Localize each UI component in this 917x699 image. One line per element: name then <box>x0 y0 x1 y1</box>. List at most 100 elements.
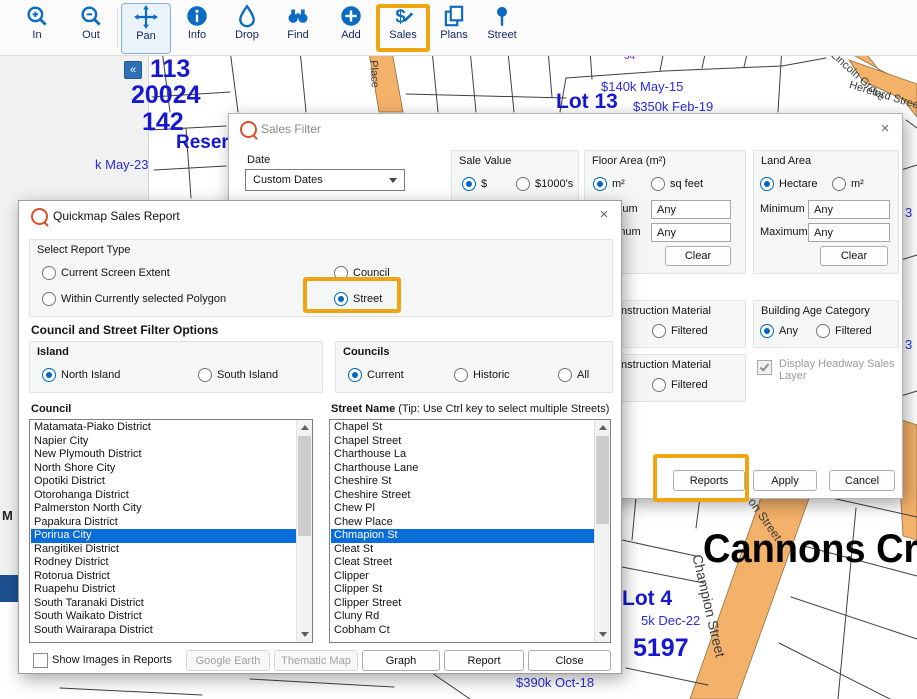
collapse-panel-button[interactable]: « <box>124 61 142 79</box>
list-item[interactable]: South Wairarapa District <box>31 624 296 638</box>
legend-color-block <box>0 575 18 602</box>
floor-area-sqfeet-radio[interactable]: sq feet <box>651 177 703 191</box>
north-island-radio[interactable]: North Island <box>42 368 120 382</box>
close-icon[interactable]: × <box>876 120 894 138</box>
street-listbox[interactable]: Chapel StChapel StreetCharthouse LaChart… <box>329 419 611 643</box>
list-item[interactable]: Matamata-Piako District <box>31 421 296 435</box>
list-item[interactable]: Ruapehu District <box>31 583 296 597</box>
apply-button[interactable]: Apply <box>753 470 817 491</box>
list-item[interactable]: Clipper St <box>331 583 594 597</box>
list-item[interactable]: Cluny Rd <box>331 610 594 624</box>
list-item[interactable]: South Taranaki District <box>31 597 296 611</box>
report-button[interactable]: Report <box>444 650 524 671</box>
councils-current-radio[interactable]: Current <box>348 368 404 382</box>
land-area-clear-button[interactable]: Clear <box>820 246 888 266</box>
show-images-checkbox[interactable] <box>33 653 48 668</box>
land-area-minimum-field[interactable]: Any <box>808 200 890 219</box>
list-item[interactable]: Papakura District <box>31 516 296 530</box>
land-area-hectare-radio[interactable]: Hectare <box>760 177 818 191</box>
tool-label: Sales <box>389 29 417 41</box>
list-item[interactable]: Cleat St <box>331 543 594 557</box>
google-earth-button[interactable]: Google Earth <box>186 650 270 671</box>
sale-value-dollar-radio[interactable]: $ <box>462 177 487 191</box>
list-item[interactable]: Rangitikei District <box>31 543 296 557</box>
list-item[interactable]: Rotorua District <box>31 570 296 584</box>
maximum-label: Maximum <box>760 226 808 238</box>
land-area-m2-radio[interactable]: m² <box>832 177 864 191</box>
quickmap-logo-icon <box>31 208 48 225</box>
council-listbox[interactable]: Matamata-Piako DistrictNapier CityNew Pl… <box>29 419 313 643</box>
tool-label: Street <box>487 29 516 41</box>
construction-material-filtered-radio[interactable]: Filtered <box>652 378 708 392</box>
land-area-maximum-field[interactable]: Any <box>808 223 890 242</box>
info-icon <box>184 3 210 29</box>
floor-area-minimum-field[interactable]: Any <box>651 200 731 219</box>
floor-area-m2-radio[interactable]: m² <box>593 177 625 191</box>
thematic-map-button[interactable]: Thematic Map <box>274 650 358 671</box>
building-age-filtered-radio[interactable]: Filtered <box>816 324 872 338</box>
list-item[interactable]: Chmapion St <box>331 529 594 543</box>
tool-street[interactable]: Street <box>478 3 526 52</box>
close-icon[interactable]: × <box>595 206 613 224</box>
council-scrollbar[interactable] <box>296 420 312 642</box>
report-type-council-radio[interactable]: Council <box>334 266 390 280</box>
scroll-down-icon[interactable] <box>297 627 312 642</box>
floor-area-maximum-field[interactable]: Any <box>651 223 731 242</box>
floor-area-clear-button[interactable]: Clear <box>665 246 731 266</box>
list-item[interactable]: Rodney District <box>31 556 296 570</box>
scroll-up-icon[interactable] <box>595 420 610 435</box>
street-list-rows: Chapel StChapel StreetCharthouse LaChart… <box>331 421 594 641</box>
list-item[interactable]: Otorohanga District <box>31 489 296 503</box>
list-item[interactable]: Clipper <box>331 570 594 584</box>
list-item[interactable]: Chapel St <box>331 421 594 435</box>
list-item[interactable]: Porirua City <box>31 529 296 543</box>
list-item[interactable]: Cleat Street <box>331 556 594 570</box>
sale-value-thousands-radio[interactable]: $1000's <box>516 177 573 191</box>
sales-filter-titlebar: Sales Filter × <box>229 114 902 142</box>
list-item[interactable]: Cheshire Street <box>331 489 594 503</box>
graph-button[interactable]: Graph <box>362 650 440 671</box>
cancel-button[interactable]: Cancel <box>829 470 895 491</box>
list-item[interactable]: Chew Place <box>331 516 594 530</box>
south-island-radio[interactable]: South Island <box>198 368 278 382</box>
headway-layer-checkbox[interactable] <box>757 360 772 375</box>
list-item[interactable]: Chapel Street <box>331 435 594 449</box>
reports-button[interactable]: Reports <box>673 470 745 491</box>
list-item[interactable]: Chew Pl <box>331 502 594 516</box>
tool-find[interactable]: Find <box>274 3 322 52</box>
list-item[interactable]: Cheshire St <box>331 475 594 489</box>
list-item[interactable]: Charthouse La <box>331 448 594 462</box>
tool-pan[interactable]: Pan <box>121 3 171 54</box>
list-item[interactable]: Cobham Ct <box>331 624 594 638</box>
report-type-polygon-radio[interactable]: Within Currently selected Polygon <box>42 292 226 306</box>
councils-all-radio[interactable]: All <box>558 368 589 382</box>
tool-plans[interactable]: Plans <box>430 3 478 52</box>
list-item[interactable]: Clipper Street <box>331 597 594 611</box>
councils-historic-radio[interactable]: Historic <box>454 368 510 382</box>
building-age-any-radio[interactable]: Any <box>760 324 798 338</box>
tool-zoom-in[interactable]: In <box>13 3 61 52</box>
list-item[interactable]: South Waikato District <box>31 610 296 624</box>
report-type-title: Select Report Type <box>37 244 130 256</box>
list-item[interactable]: North Shore City <box>31 462 296 476</box>
date-range-select[interactable]: Custom Dates <box>245 169 405 191</box>
scroll-down-icon[interactable] <box>595 627 610 642</box>
street-scrollbar[interactable] <box>594 420 610 642</box>
list-item[interactable]: Opotiki District <box>31 475 296 489</box>
tool-zoom-out[interactable]: Out <box>67 3 115 52</box>
close-button[interactable]: Close <box>528 650 611 671</box>
list-item[interactable]: New Plymouth District <box>31 448 296 462</box>
scrollbar-thumb[interactable] <box>298 436 311 536</box>
tool-drop[interactable]: Drop <box>223 3 271 52</box>
list-item[interactable]: Charthouse Lane <box>331 462 594 476</box>
construction-material-filtered-radio[interactable]: Filtered <box>652 324 708 338</box>
list-item[interactable]: Napier City <box>31 435 296 449</box>
report-type-street-radio[interactable]: Street <box>334 292 382 306</box>
report-type-screen-extent-radio[interactable]: Current Screen Extent <box>42 266 170 280</box>
scrollbar-thumb[interactable] <box>596 436 609 524</box>
list-item[interactable]: Palmerston North City <box>31 502 296 516</box>
tool-sales[interactable]: $ Sales <box>379 3 427 52</box>
scroll-up-icon[interactable] <box>297 420 312 435</box>
tool-info[interactable]: Info <box>173 3 221 52</box>
tool-add[interactable]: Add <box>327 3 375 52</box>
